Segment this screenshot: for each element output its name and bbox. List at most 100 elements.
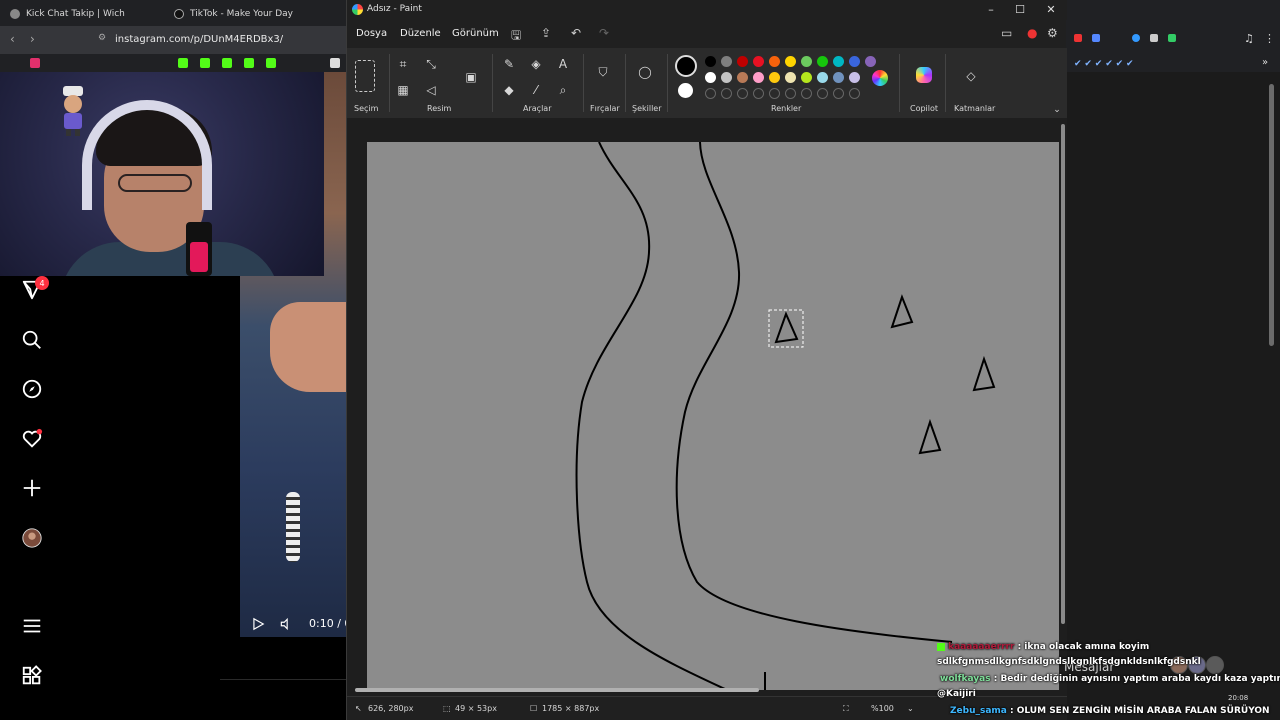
extension-icon[interactable] [1074, 34, 1082, 42]
color-swatch[interactable] [785, 72, 796, 83]
color-swatch[interactable] [849, 56, 860, 67]
resize-icon[interactable]: ⤡ [423, 56, 439, 72]
color-swatch[interactable] [721, 56, 732, 67]
save-icon[interactable]: 🖫 [511, 26, 521, 47]
apps-grid-icon[interactable] [20, 664, 44, 688]
image-generator-icon[interactable]: ▣ [463, 69, 479, 85]
eraser-icon[interactable]: ◆ [501, 82, 517, 98]
color-swatch[interactable] [737, 56, 748, 67]
close-icon[interactable]: ✕ [1044, 3, 1058, 16]
notifications-heart-icon[interactable] [20, 427, 44, 451]
settings-gear-icon[interactable]: ⚙ [1047, 26, 1058, 40]
magnifier-icon[interactable]: ⌕ [555, 82, 571, 98]
menu-view[interactable]: Görünüm [452, 28, 499, 39]
volume-icon[interactable] [274, 612, 298, 636]
drawing-canvas[interactable] [367, 142, 1059, 690]
zoom-dropdown-chevron-icon[interactable]: ⌄ [907, 704, 914, 713]
color-swatch[interactable] [801, 56, 812, 67]
color-swatch[interactable] [769, 56, 780, 67]
color-swatch[interactable] [721, 72, 732, 83]
menu-file[interactable]: Dosya [356, 28, 387, 39]
color-swatch[interactable] [737, 72, 748, 83]
extension-icon[interactable] [1150, 34, 1158, 42]
menu-dots-icon[interactable]: ⋮ [1264, 32, 1275, 45]
media-controls-icon[interactable]: ♫ [1244, 32, 1254, 45]
custom-color-slot[interactable] [737, 88, 748, 99]
comments-icon[interactable]: ▭ [1001, 26, 1012, 40]
color-swatch[interactable] [769, 72, 780, 83]
color-swatch[interactable] [753, 72, 764, 83]
instagram-bookmark-icon[interactable] [30, 58, 40, 68]
custom-color-slot[interactable] [785, 88, 796, 99]
rotate-icon[interactable]: ◁ [423, 82, 439, 98]
fit-to-window-icon[interactable]: ⛶ [843, 704, 849, 714]
color-swatch[interactable] [817, 56, 828, 67]
crop-icon[interactable]: ⌗ [395, 56, 411, 72]
extension-icon[interactable] [1132, 34, 1140, 42]
forward-arrow-icon[interactable]: › [30, 32, 35, 46]
explore-compass-icon[interactable] [20, 377, 44, 401]
minimize-icon[interactable]: – [984, 3, 998, 16]
create-plus-icon[interactable] [20, 476, 44, 500]
color-swatch[interactable] [705, 72, 716, 83]
shapes-icon[interactable]: ◯ [637, 64, 653, 80]
kick-bookmark-icon[interactable] [222, 58, 232, 68]
extension-icon[interactable] [1092, 34, 1100, 42]
custom-color-slot[interactable] [801, 88, 812, 99]
color-swatch[interactable] [865, 56, 876, 67]
copilot-icon[interactable] [916, 67, 932, 83]
more-menu-icon[interactable] [20, 614, 44, 638]
menu-edit[interactable]: Düzenle [400, 28, 441, 39]
extension-icon[interactable] [1168, 34, 1176, 42]
text-tool-icon[interactable]: A [555, 56, 571, 72]
secondary-color-swatch[interactable] [678, 83, 693, 98]
custom-color-slot[interactable] [753, 88, 764, 99]
kick-bookmark-icon[interactable] [266, 58, 276, 68]
bookmark-check-icon[interactable]: ✔ ✔ ✔ ✔ ✔ ✔ [1074, 59, 1134, 69]
maximize-icon[interactable]: ☐ [1013, 3, 1027, 16]
vertical-scrollbar[interactable] [1061, 124, 1065, 624]
profile-avatar[interactable] [20, 526, 44, 550]
color-swatch[interactable] [785, 56, 796, 67]
custom-color-slot[interactable] [705, 88, 716, 99]
custom-color-slot[interactable] [721, 88, 732, 99]
selection-tool-icon[interactable] [355, 60, 375, 92]
custom-color-slot[interactable] [817, 88, 828, 99]
brush-icon[interactable]: ⛉ [595, 64, 611, 80]
color-swatch[interactable] [833, 72, 844, 83]
back-arrow-icon[interactable]: ‹ [10, 32, 15, 46]
kick-bookmark-icon[interactable] [200, 58, 210, 68]
browser-tab-tiktok[interactable]: TikTok - Make Your Day [164, 4, 334, 24]
fill-bucket-icon[interactable]: ◈ [528, 56, 544, 72]
custom-color-slot[interactable] [769, 88, 780, 99]
site-info-icon[interactable]: ⚙ [98, 33, 106, 43]
share-icon[interactable]: ⇪ [541, 26, 551, 40]
redo-icon[interactable]: ↷ [599, 26, 609, 40]
account-icon[interactable]: ● [1027, 26, 1037, 40]
url-field[interactable]: instagram.com/p/DUnM4ERDBx3/ [115, 34, 283, 45]
more-bookmarks-icon[interactable]: » [1262, 57, 1268, 68]
primary-color-swatch[interactable] [675, 55, 697, 77]
chevron-down-icon[interactable]: ⌄ [1049, 102, 1065, 118]
x-bookmark-icon[interactable] [330, 58, 340, 68]
pencil-icon[interactable]: ✎ [501, 56, 517, 72]
play-icon[interactable] [246, 612, 270, 636]
search-icon[interactable] [20, 328, 44, 352]
horizontal-scrollbar[interactable] [355, 688, 759, 692]
color-swatch[interactable] [753, 56, 764, 67]
image-remove-bg-icon[interactable]: ▦ [395, 82, 411, 98]
zoom-level[interactable]: %100 [871, 704, 894, 713]
layers-icon[interactable]: ◇ [963, 68, 979, 84]
color-swatch[interactable] [849, 72, 860, 83]
color-swatch[interactable] [705, 56, 716, 67]
kick-bookmark-icon[interactable] [244, 58, 254, 68]
browser-tab-kick[interactable]: Kick Chat Takip | Wich [0, 4, 170, 24]
color-swatch[interactable] [801, 72, 812, 83]
edit-colors-icon[interactable] [872, 70, 888, 86]
color-picker-icon[interactable]: ⁄ [528, 82, 544, 98]
kick-bookmark-icon[interactable] [178, 58, 188, 68]
custom-color-slot[interactable] [849, 88, 860, 99]
undo-icon[interactable]: ↶ [571, 26, 581, 40]
color-swatch[interactable] [817, 72, 828, 83]
custom-color-slot[interactable] [833, 88, 844, 99]
